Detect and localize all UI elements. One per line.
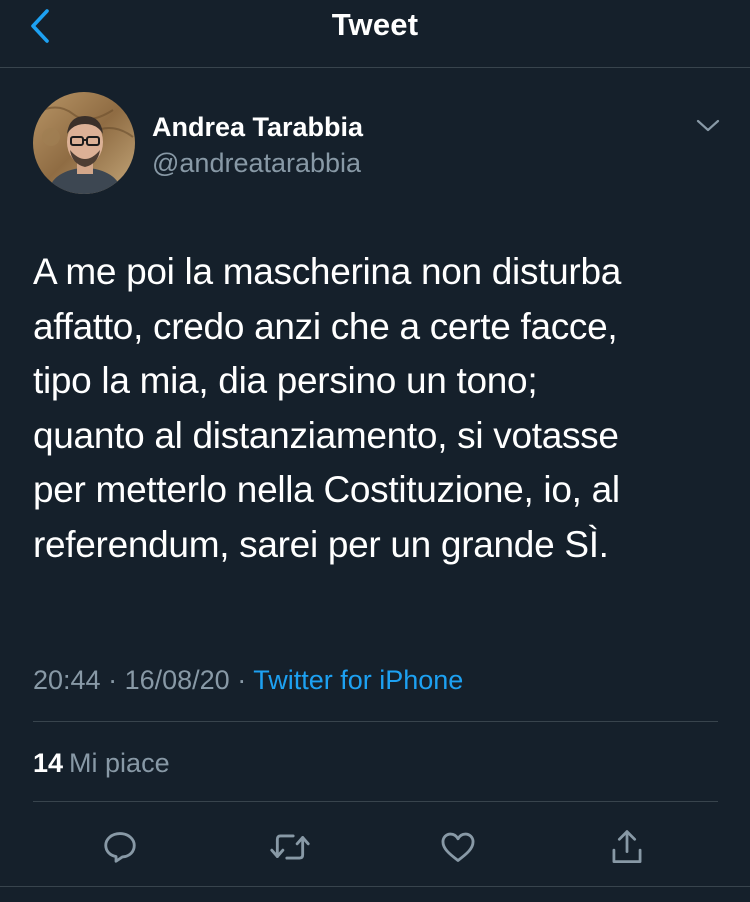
tweet-text: A me poi la mascherina non disturba affa…: [33, 251, 622, 565]
heart-icon: [441, 832, 475, 862]
tweet-actions-bar: [0, 822, 750, 872]
avatar-image: [33, 92, 135, 194]
likes-stat[interactable]: 14 Mi piace: [33, 745, 170, 781]
reply-icon: [104, 832, 136, 863]
retweet-button[interactable]: [265, 822, 315, 872]
tweet-metadata: 20:44 · 16/08/20 · Twitter for iPhone: [33, 662, 463, 698]
divider: [33, 801, 718, 802]
share-icon: [612, 830, 642, 863]
tweet-menu-button[interactable]: [690, 108, 726, 144]
likes-label: Mi piace: [69, 748, 170, 778]
author-name[interactable]: Andrea Tarabbia: [152, 110, 363, 144]
like-button[interactable]: [433, 822, 483, 872]
tweet-date: 16/08/20: [124, 665, 230, 695]
page-title: Tweet: [331, 7, 419, 42]
retweet-icon: [270, 834, 310, 860]
author-handle[interactable]: @andreatarabbia: [152, 146, 361, 180]
meta-separator: ·: [100, 665, 125, 695]
avatar[interactable]: [33, 92, 135, 194]
tweet-time: 20:44: [33, 665, 101, 695]
chevron-down-icon: [696, 119, 720, 132]
tweet-source-link[interactable]: Twitter for iPhone: [253, 665, 463, 695]
divider: [33, 721, 718, 722]
share-button[interactable]: [602, 822, 652, 872]
meta-separator: ·: [229, 665, 254, 695]
top-navigation-bar: Tweet: [0, 0, 750, 68]
reply-button[interactable]: [95, 822, 145, 872]
likes-count: 14: [33, 748, 64, 778]
divider: [0, 886, 750, 887]
